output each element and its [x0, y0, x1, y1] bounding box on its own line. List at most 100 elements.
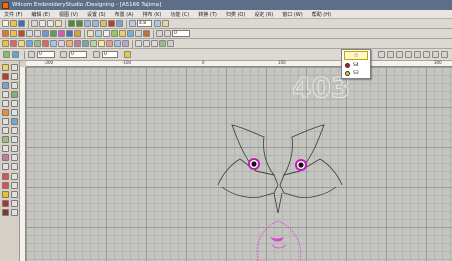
outline-icon[interactable] [90, 40, 97, 47]
design-canvas[interactable]: 403 [26, 67, 452, 261]
zoom-fit-icon[interactable] [378, 51, 385, 58]
color-film-icon[interactable] [159, 40, 166, 47]
open-folder-icon[interactable] [10, 20, 17, 27]
select-tool-icon[interactable] [2, 64, 9, 71]
cross-stitch-tool-icon[interactable] [2, 163, 9, 170]
flip-icon[interactable] [42, 40, 49, 47]
color-icon[interactable] [143, 30, 150, 37]
width-field[interactable]: 0 [37, 51, 55, 58]
head-outline[interactable] [217, 158, 343, 214]
menu-help[interactable]: 帮助 (H) [312, 11, 331, 18]
color-maroon-icon[interactable] [2, 200, 9, 207]
width-icon[interactable] [28, 51, 35, 58]
lock-proportion-icon[interactable] [124, 51, 131, 58]
curve-tool-icon[interactable] [2, 91, 9, 98]
weld-icon[interactable] [66, 40, 73, 47]
polygon-tool-icon[interactable] [11, 100, 18, 107]
satin-tool-icon[interactable] [11, 109, 18, 116]
undo-icon[interactable] [68, 20, 75, 27]
emboss-tool-icon[interactable] [11, 145, 18, 152]
save-icon[interactable] [18, 20, 25, 27]
menu-edit[interactable]: 编辑 (E) [31, 11, 50, 18]
thread-color-dropdown[interactable]: ☝ S4 S3 [341, 49, 371, 79]
mirror-icon[interactable] [127, 30, 134, 37]
reshape-tool-icon[interactable] [11, 64, 18, 71]
menu-setup[interactable]: 设定 (R) [254, 11, 273, 18]
lettering-icon[interactable] [87, 30, 94, 37]
scale-icon[interactable] [34, 40, 41, 47]
new-file-icon[interactable] [2, 20, 9, 27]
menu-settings[interactable]: 设置 (S) [87, 11, 106, 18]
hoop-icon[interactable] [441, 51, 448, 58]
zoom-combo[interactable]: 4.8 [137, 20, 152, 27]
thread-option[interactable]: S3 [345, 70, 359, 77]
color-brown-icon[interactable] [2, 209, 9, 216]
right-eye[interactable] [295, 159, 307, 171]
hand-icon[interactable] [100, 20, 107, 27]
print-icon[interactable] [31, 20, 38, 27]
fill-tool-icon[interactable] [2, 118, 9, 125]
column-tool-icon[interactable] [11, 118, 18, 125]
fill-icon[interactable] [18, 30, 25, 37]
grid-icon[interactable] [116, 20, 123, 27]
line-tool-icon[interactable] [11, 82, 18, 89]
brush-icon[interactable] [2, 30, 9, 37]
duplicate-icon[interactable] [50, 40, 57, 47]
knife-icon[interactable] [18, 40, 25, 47]
stamp-tool-icon[interactable] [2, 145, 9, 152]
digitize-tool-icon[interactable] [2, 82, 9, 89]
menu-arrange[interactable]: 布置 (A) [115, 11, 134, 18]
redo-icon[interactable] [76, 20, 83, 27]
color-palette-icon[interactable] [11, 173, 18, 180]
zoom-out-icon[interactable] [92, 20, 99, 27]
menu-view[interactable]: 视图 (V) [59, 11, 78, 18]
refresh-icon[interactable] [414, 51, 421, 58]
menu-convert[interactable]: 转换 (T) [198, 11, 217, 18]
underlay-icon[interactable] [122, 40, 129, 47]
circle-tool-icon[interactable] [11, 91, 18, 98]
monogram-tool-icon[interactable] [11, 127, 18, 134]
travel-icon[interactable] [135, 40, 142, 47]
table-icon[interactable] [103, 30, 110, 37]
trim-icon[interactable] [74, 40, 81, 47]
satin-icon[interactable] [58, 30, 65, 37]
measure-tool-icon[interactable] [423, 51, 430, 58]
thread-chart-icon[interactable] [11, 191, 18, 198]
cut-icon[interactable] [39, 20, 46, 27]
group-icon[interactable] [156, 30, 163, 37]
text-tool-icon[interactable] [2, 127, 9, 134]
node-tool-icon[interactable] [11, 73, 18, 80]
measure-icon[interactable] [162, 20, 169, 27]
point-mode-icon[interactable] [12, 51, 19, 58]
menu-order[interactable]: 排布 (K) [143, 11, 162, 18]
rect-tool-icon[interactable] [2, 100, 9, 107]
sequin-tool-icon[interactable] [2, 154, 9, 161]
lock-icon[interactable] [119, 30, 126, 37]
tieoff-icon[interactable] [143, 40, 150, 47]
paste-icon[interactable] [55, 20, 62, 27]
color-yellow-icon[interactable] [2, 191, 9, 198]
menu-functions[interactable]: 功能 (C) [170, 11, 189, 18]
left-eye[interactable] [248, 158, 260, 170]
pencil-icon[interactable] [10, 30, 17, 37]
chenille-tool-icon[interactable] [11, 154, 18, 161]
photo-tool-icon[interactable] [11, 163, 18, 170]
thread-option[interactable]: S4 [345, 62, 359, 69]
color-red-icon[interactable] [2, 173, 9, 180]
knife-tool-icon[interactable] [2, 73, 9, 80]
angle-field[interactable]: 0 [102, 51, 118, 58]
hide-color-icon[interactable] [11, 200, 18, 207]
motif-tool-icon[interactable] [11, 136, 18, 143]
density-icon[interactable] [114, 40, 121, 47]
height-field[interactable]: 0 [69, 51, 87, 58]
line-icon[interactable] [26, 30, 33, 37]
stop-icon[interactable] [108, 20, 115, 27]
menu-file[interactable]: 文件 (F) [4, 11, 22, 18]
3d-view-icon[interactable] [167, 40, 174, 47]
reshape-icon[interactable] [10, 40, 17, 47]
applique-tool-icon[interactable] [2, 136, 9, 143]
ungroup-icon[interactable] [164, 30, 171, 37]
arc-icon[interactable] [34, 30, 41, 37]
view-3d-icon[interactable] [154, 20, 161, 27]
zoom-box-icon[interactable] [129, 20, 136, 27]
